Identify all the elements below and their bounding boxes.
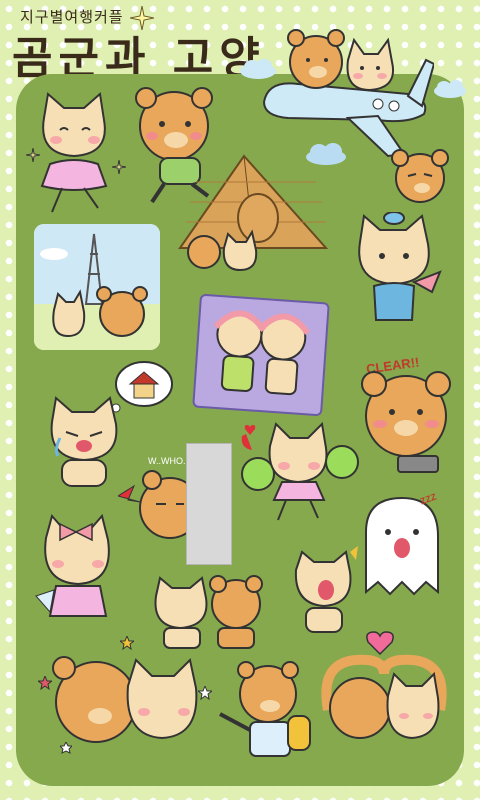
star-icon — [120, 636, 134, 650]
cloud-icon — [434, 80, 466, 98]
sulking-pair-sticker[interactable] — [150, 574, 282, 652]
pyramid-sticker[interactable] — [176, 152, 332, 276]
placeholder-block — [186, 443, 232, 565]
ballet-cat-sticker[interactable] — [26, 90, 122, 214]
star-icon — [198, 686, 212, 700]
sparkle-icon — [112, 160, 126, 174]
star-icon — [38, 676, 52, 690]
hugging-pair-sticker[interactable] — [52, 646, 202, 756]
sparkle-icon — [26, 148, 40, 162]
music-photo-sticker[interactable] — [192, 293, 330, 417]
bow-cat-sticker[interactable] — [30, 512, 124, 626]
sparkle-icon — [130, 6, 154, 30]
couple-heart-sticker[interactable] — [318, 650, 450, 754]
star-icon — [60, 742, 72, 754]
sticker-preview-screen: 지구별여행커플 곰군과 고양 CLEAR!! W..WHO..? ZZZ — [0, 0, 480, 800]
gaming-bear-sticker[interactable] — [356, 364, 456, 476]
traveler-bear-sticker[interactable] — [214, 660, 318, 772]
surprised-cat-sticker[interactable] — [288, 546, 364, 636]
crying-cat-sticker[interactable] — [44, 394, 124, 490]
heart-icon — [244, 425, 256, 435]
stewardess-cat-sticker[interactable] — [352, 212, 442, 332]
cheerleader-cat-sticker[interactable] — [238, 420, 362, 524]
worried-bear-sticker[interactable] — [388, 144, 452, 210]
peeking-bear-sticker[interactable] — [118, 466, 194, 556]
ghost-sticker[interactable] — [356, 492, 446, 600]
airplane-sticker[interactable] — [258, 20, 434, 160]
eiffel-photo-sticker[interactable] — [34, 224, 160, 350]
